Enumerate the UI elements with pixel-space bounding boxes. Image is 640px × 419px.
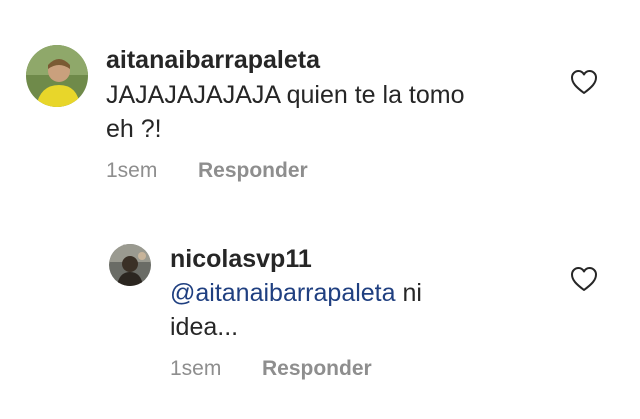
comment-text-line: eh ?! [106,115,162,143]
comment-username[interactable]: aitanaibarrapaleta [106,45,320,75]
reply-text: @aitanaibarrapaleta ni idea... [170,276,550,344]
avatar[interactable] [26,45,88,107]
reply-comment: nicolasvp11 @aitanaibarrapaleta ni idea.… [0,200,640,419]
reply-text-fragment: ni [395,279,422,307]
reply-text-line: @aitanaibarrapaleta ni [170,276,550,310]
mention-link[interactable]: @aitanaibarrapaleta [170,279,396,307]
avatar-image [26,45,88,107]
heart-outline-icon[interactable] [570,266,598,292]
heart-outline-icon[interactable] [570,69,598,95]
reply-button[interactable]: Responder [198,158,308,184]
comment-text: JAJAJAJAJAJA quien te la tomo eh ?! [106,78,546,146]
reply-timestamp: 1sem [170,357,222,380]
reply-text-line: idea... [170,313,239,341]
avatar[interactable] [109,244,151,286]
comment-timestamp: 1sem [106,159,158,182]
reply-button[interactable]: Responder [262,356,372,382]
comment-text-line: JAJAJAJAJAJA quien te la tomo [106,81,465,109]
comment: aitanaibarrapaleta JAJAJAJAJAJA quien te… [0,0,640,200]
reply-username[interactable]: nicolasvp11 [170,244,312,274]
avatar-image [109,244,151,286]
